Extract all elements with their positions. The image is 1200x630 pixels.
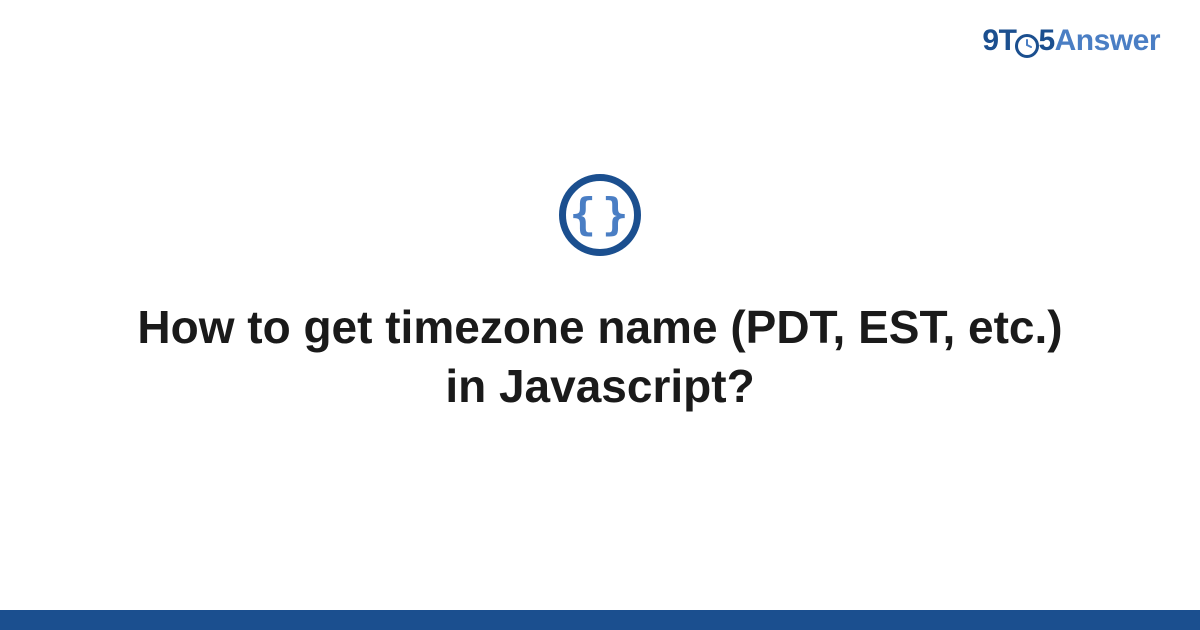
main-content: {} How to get timezone name (PDT, EST, e… <box>0 0 1200 630</box>
footer-accent-bar <box>0 610 1200 630</box>
code-braces-icon: {} <box>566 193 635 237</box>
question-title: How to get timezone name (PDT, EST, etc.… <box>120 298 1080 416</box>
category-badge: {} <box>559 174 641 256</box>
